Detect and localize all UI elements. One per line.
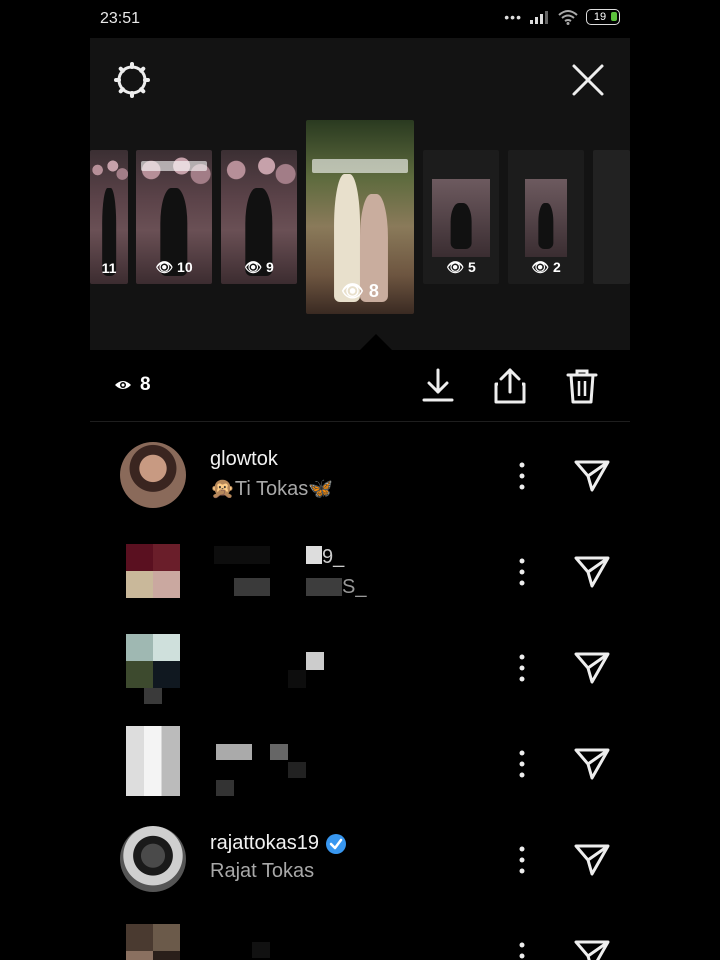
- send-message-button[interactable]: [572, 648, 612, 688]
- viewer-row[interactable]: rajattokas19 Rajat Tokas: [90, 812, 630, 908]
- viewer-full-name: S_: [342, 576, 367, 598]
- view-count-number: 8: [140, 374, 151, 395]
- viewer-full-name: Rajat Tokas: [210, 860, 315, 882]
- send-icon: [574, 652, 610, 684]
- send-icon: [574, 556, 610, 588]
- send-icon: [574, 460, 610, 492]
- more-vertical-icon: [519, 558, 525, 586]
- more-options-button[interactable]: [508, 842, 536, 878]
- story-views: 👁 10: [155, 259, 193, 275]
- avatar[interactable]: [126, 634, 180, 688]
- viewer-username-row[interactable]: rajattokas19: [210, 832, 347, 855]
- story-views: 👁 8: [341, 281, 379, 301]
- avatar[interactable]: [126, 924, 180, 960]
- close-icon: [572, 64, 604, 96]
- viewer-username[interactable]: 9_: [322, 546, 344, 569]
- download-button[interactable]: [418, 366, 458, 406]
- settings-button[interactable]: [110, 58, 154, 102]
- signal-icon: [530, 11, 548, 24]
- story-thumbnail[interactable]: 11: [90, 150, 128, 284]
- signal-dots: •••: [504, 9, 522, 25]
- status-icons: ••• 19: [504, 9, 620, 25]
- more-options-button[interactable]: [508, 554, 536, 590]
- viewer-username[interactable]: glowtok: [210, 448, 278, 471]
- story-thumbnail[interactable]: 👁 2: [508, 150, 584, 284]
- story-views: 👁 5: [446, 259, 476, 275]
- more-options-button[interactable]: [508, 650, 536, 686]
- story-viewer-header: 11 👁 10 👁 9 👁 8 👁 5 👁 2: [90, 38, 630, 350]
- clock: 23:51: [100, 10, 141, 27]
- story-actions-bar: 8: [90, 350, 630, 422]
- more-vertical-icon: [519, 654, 525, 682]
- eye-icon: [115, 381, 131, 389]
- viewer-row[interactable]: [90, 716, 630, 812]
- send-message-button[interactable]: [572, 936, 612, 960]
- viewer-row[interactable]: glowtok 🙊Ti Tokas🦋: [90, 428, 630, 524]
- story-thumbnails: 11 👁 10 👁 9 👁 8 👁 5 👁 2: [90, 120, 630, 320]
- avatar[interactable]: [126, 726, 180, 796]
- send-icon: [574, 940, 610, 960]
- story-thumbnail[interactable]: [593, 150, 630, 284]
- more-options-button[interactable]: [508, 938, 536, 960]
- story-views: 11: [101, 260, 117, 276]
- story-views: 👁 2: [531, 259, 561, 275]
- selected-story-pointer: [360, 334, 392, 350]
- trash-icon: [566, 369, 598, 404]
- viewer-row[interactable]: [90, 908, 630, 960]
- emoji-icon: 🦋: [308, 478, 334, 500]
- status-bar: 23:51 ••• 19: [90, 0, 630, 38]
- avatar[interactable]: [120, 442, 186, 508]
- battery-level: 19: [593, 11, 607, 23]
- gear-icon: [114, 62, 150, 98]
- send-icon: [574, 844, 610, 876]
- download-icon: [422, 368, 454, 402]
- more-options-button[interactable]: [508, 746, 536, 782]
- verified-badge-icon: [325, 833, 346, 854]
- send-icon: [574, 748, 610, 780]
- story-thumbnail[interactable]: 👁 5: [423, 150, 499, 284]
- send-message-button[interactable]: [572, 456, 612, 496]
- share-icon: [494, 368, 526, 404]
- share-button[interactable]: [490, 366, 530, 406]
- viewer-full-name: 🙊Ti Tokas🦋: [210, 478, 334, 500]
- more-vertical-icon: [519, 750, 525, 778]
- viewer-username[interactable]: rajattokas19: [210, 832, 319, 855]
- more-vertical-icon: [519, 462, 525, 490]
- send-message-button[interactable]: [572, 552, 612, 592]
- battery-icon: 19: [586, 9, 620, 25]
- close-button[interactable]: [566, 58, 610, 102]
- more-vertical-icon: [519, 846, 525, 874]
- send-message-button[interactable]: [572, 840, 612, 880]
- viewer-row[interactable]: [90, 620, 630, 716]
- more-options-button[interactable]: [508, 458, 536, 494]
- send-message-button[interactable]: [572, 744, 612, 784]
- emoji-icon: 🙊: [210, 478, 235, 500]
- story-thumbnail[interactable]: 👁 9: [221, 150, 297, 284]
- avatar[interactable]: [126, 544, 180, 598]
- viewer-row[interactable]: 9_ S_: [90, 524, 630, 620]
- more-vertical-icon: [519, 942, 525, 959]
- story-thumbnail-selected[interactable]: 👁 8: [306, 120, 414, 314]
- delete-button[interactable]: [562, 366, 602, 406]
- story-views: 👁 9: [244, 259, 274, 275]
- story-thumbnail[interactable]: 👁 10: [136, 150, 212, 284]
- avatar[interactable]: [120, 826, 186, 892]
- view-count[interactable]: 8: [114, 374, 151, 396]
- wifi-icon: [558, 10, 578, 25]
